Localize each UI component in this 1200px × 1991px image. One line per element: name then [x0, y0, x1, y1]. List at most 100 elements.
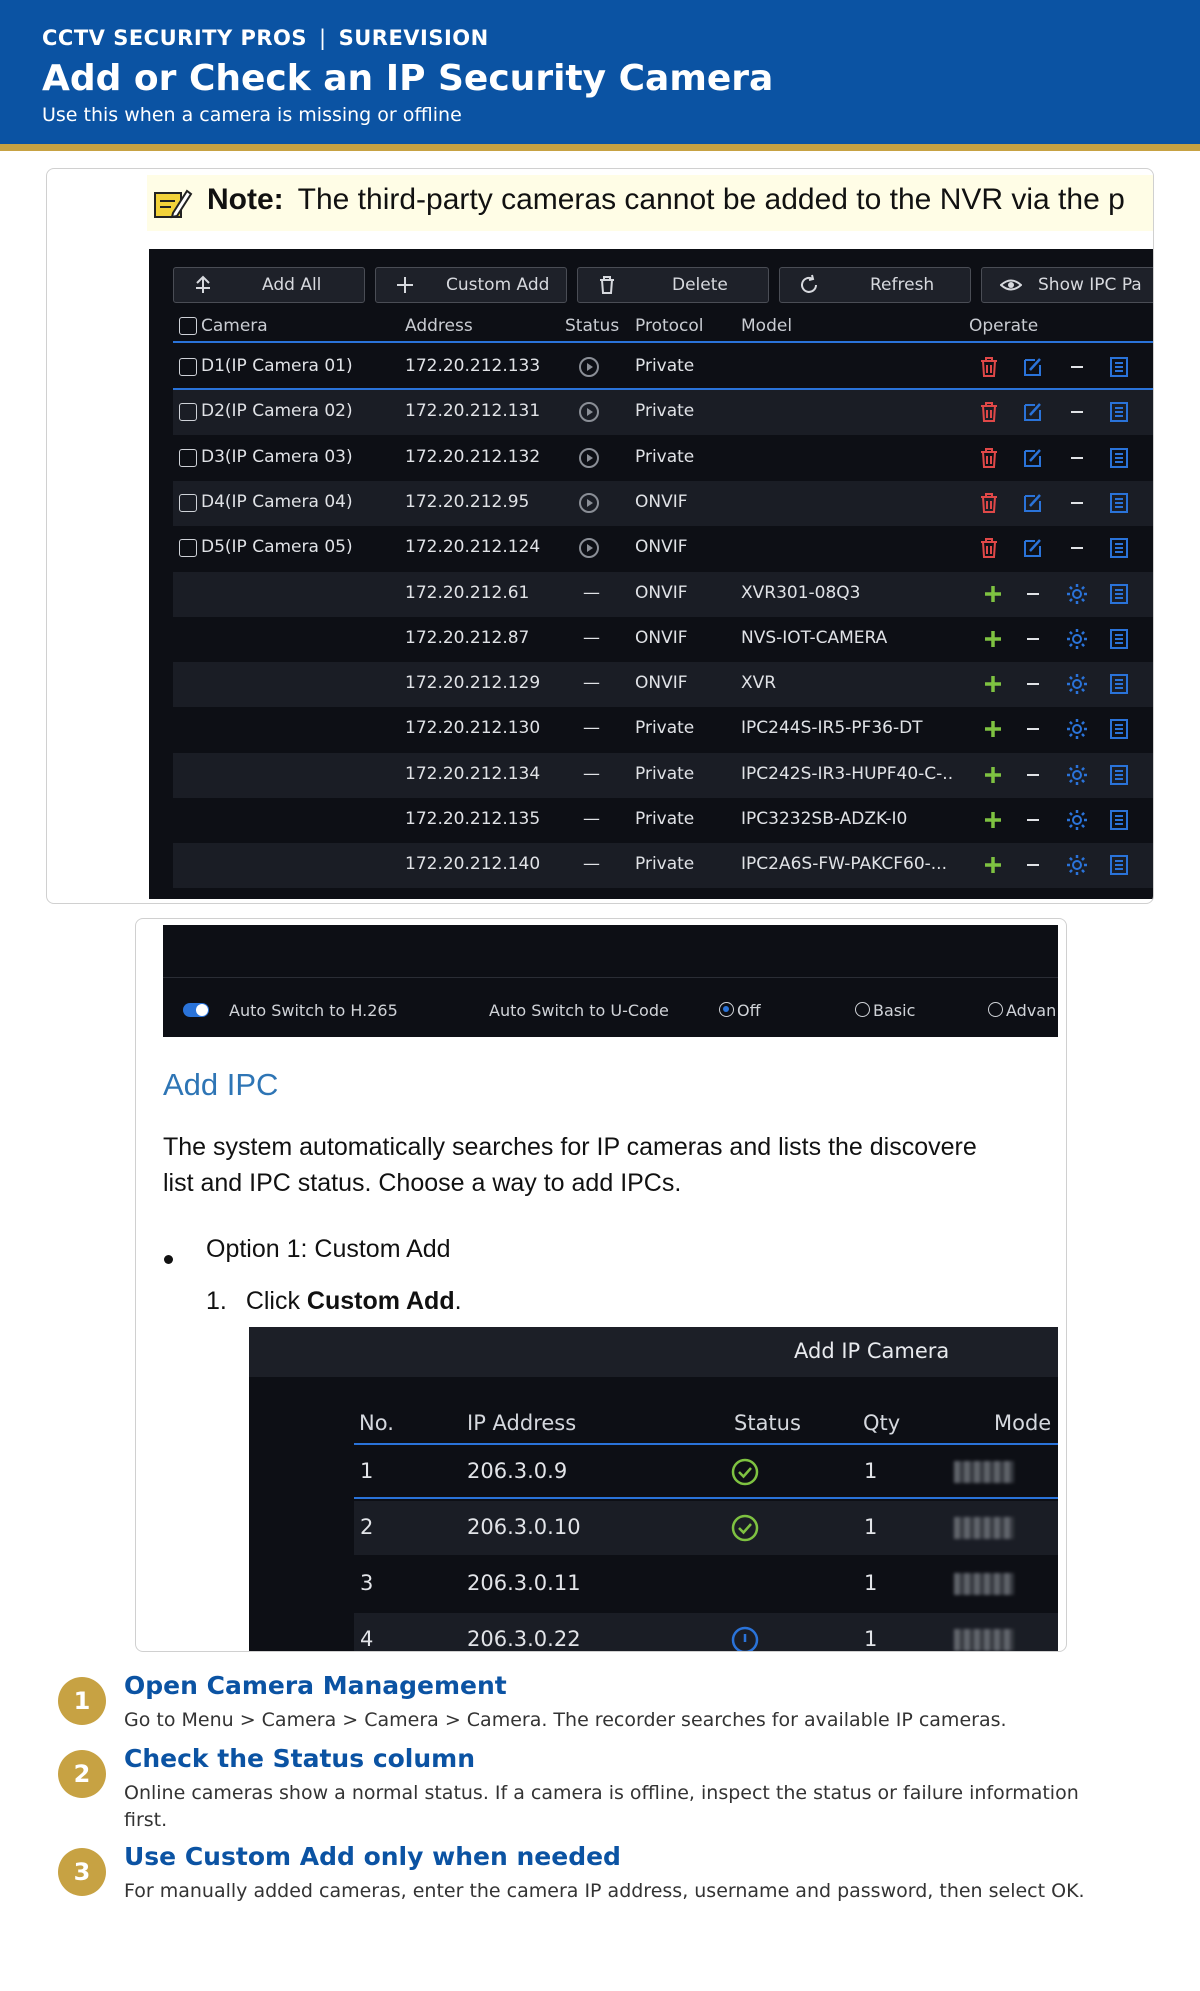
edit-icon[interactable] — [1021, 355, 1045, 379]
brand-name: CCTV SECURITY PROS — [42, 26, 308, 50]
camera-name: D3(IP Camera 03) — [201, 446, 353, 467]
option-1-bullet: Option 1: Custom Add — [206, 1235, 451, 1263]
details-list-icon[interactable] — [1107, 491, 1131, 515]
details-list-icon[interactable] — [1107, 582, 1131, 606]
edit-icon[interactable] — [1021, 446, 1045, 470]
add-plus-icon[interactable] — [981, 853, 1005, 877]
row-ip: 206.3.0.10 — [467, 1515, 581, 1539]
settings-gear-icon[interactable] — [1065, 627, 1089, 651]
col-status: Status — [565, 316, 620, 336]
h265-toggle[interactable] — [183, 1003, 209, 1017]
delete-icon[interactable] — [977, 536, 1001, 560]
add-plus-icon[interactable] — [981, 808, 1005, 832]
details-list-icon[interactable] — [1107, 536, 1131, 560]
row-checkbox[interactable] — [179, 448, 197, 467]
col-protocol: Protocol — [635, 316, 704, 336]
settings-gear-icon[interactable] — [1065, 763, 1089, 787]
settings-gear-icon[interactable] — [1065, 808, 1089, 832]
delete-icon[interactable] — [977, 400, 1001, 424]
note-text: Note: The third-party cameras cannot be a… — [207, 183, 1125, 217]
add-ip-camera-dialog: Add IP Camera No. IP Address Status Qty … — [249, 1327, 1058, 1651]
step-2-title: Check the Status column — [124, 1744, 476, 1773]
camera-row[interactable]: 172.20.212.129 — ONVIF XVR — [173, 662, 1153, 708]
add-plus-icon[interactable] — [981, 627, 1005, 651]
add-plus-icon[interactable] — [981, 672, 1005, 696]
details-list-icon[interactable] — [1107, 672, 1131, 696]
add-plus-icon[interactable] — [981, 717, 1005, 741]
details-list-icon[interactable] — [1107, 763, 1131, 787]
step-2-number: 2 — [58, 1750, 106, 1798]
camera-row[interactable]: D4(IP Camera 04) 172.20.212.95 ONVIF — [173, 480, 1153, 526]
add-all-button[interactable]: Add All — [173, 267, 365, 303]
blurred-model — [954, 1629, 1014, 1651]
details-list-icon[interactable] — [1107, 400, 1131, 424]
ucode-off-radio[interactable] — [719, 1002, 734, 1017]
edit-icon[interactable] — [1021, 491, 1045, 515]
details-list-icon[interactable] — [1107, 853, 1131, 877]
row-checkbox[interactable] — [179, 493, 197, 512]
delete-icon[interactable] — [977, 355, 1001, 379]
note-body: The third-party cameras cannot be added … — [297, 183, 1125, 216]
ip-camera-row[interactable]: 3 206.3.0.11 1 — [354, 1557, 1058, 1611]
refresh-button[interactable]: Refresh — [779, 267, 971, 303]
settings-gear-icon[interactable] — [1065, 582, 1089, 606]
ip-camera-row[interactable]: 2 206.3.0.10 1 — [354, 1501, 1058, 1555]
details-list-icon[interactable] — [1107, 446, 1131, 470]
ip-camera-row[interactable]: 4 206.3.0.22 1 — [354, 1613, 1058, 1651]
delete-icon[interactable] — [977, 446, 1001, 470]
camera-row[interactable]: 172.20.212.130 — Private IPC244S-IR5-PF36-D… — [173, 707, 1153, 752]
step-2-description: Online cameras show a normal status. If … — [124, 1782, 1079, 1831]
settings-gear-icon[interactable] — [1065, 672, 1089, 696]
row-checkbox[interactable] — [179, 403, 197, 422]
edit-icon[interactable] — [1021, 400, 1045, 424]
delete-icon[interactable] — [977, 491, 1001, 515]
camera-address: 172.20.212.134 — [405, 763, 541, 784]
edit-icon[interactable] — [1021, 536, 1045, 560]
play-status-icon — [579, 492, 599, 513]
col-status: Status — [734, 1411, 801, 1435]
settings-gear-icon[interactable] — [1065, 717, 1089, 741]
page-title: Add or Check an IP Security Camera — [42, 58, 774, 99]
row-checkbox[interactable] — [179, 539, 197, 558]
row-qty: 1 — [864, 1627, 878, 1651]
details-list-icon[interactable] — [1107, 355, 1131, 379]
row-ip: 206.3.0.9 — [467, 1459, 568, 1483]
camera-row[interactable]: D1(IP Camera 01) 172.20.212.133 Private — [173, 345, 1153, 390]
add-plus-icon[interactable] — [981, 763, 1005, 787]
camera-row[interactable]: D3(IP Camera 03) 172.20.212.132 Private — [173, 436, 1153, 481]
camera-model: IPC3232SB-ADZK-I0 — [741, 809, 908, 829]
camera-address: 172.20.212.61 — [405, 582, 530, 603]
details-list-icon[interactable] — [1107, 717, 1131, 741]
camera-row[interactable]: 172.20.212.135 — Private IPC3232SB-ADZK-I0 — [173, 798, 1153, 843]
camera-row[interactable]: 172.20.212.140 — Private IPC2A6S-FW-PAKCF60… — [173, 843, 1153, 889]
camera-row[interactable]: 172.20.212.61 — ONVIF XVR301-08Q3 — [173, 571, 1153, 617]
camera-row[interactable]: 172.20.212.87 — ONVIF NVS-IOT-CAMERA — [173, 617, 1153, 662]
col-camera: Camera — [201, 316, 268, 336]
step-click-text: Click — [245, 1287, 307, 1315]
show-ipc-password-button[interactable]: Show IPC Pa — [981, 267, 1153, 303]
camera-row[interactable]: D2(IP Camera 02) 172.20.212.131 Private — [173, 390, 1153, 436]
custom-add-button[interactable]: Custom Add — [375, 267, 567, 303]
select-all-checkbox[interactable] — [179, 317, 197, 335]
play-status-icon — [579, 538, 599, 559]
ucode-advanced-radio[interactable] — [988, 1002, 1003, 1017]
add-plus-icon[interactable] — [981, 582, 1005, 606]
eye-icon — [1000, 279, 1022, 291]
online-check-icon — [731, 1514, 759, 1542]
row-checkbox[interactable] — [179, 358, 197, 376]
camera-protocol: Private — [635, 809, 695, 829]
delete-button[interactable]: Delete — [577, 267, 769, 303]
camera-address: 172.20.212.131 — [405, 401, 541, 422]
camera-protocol: Private — [635, 356, 695, 376]
camera-protocol: Private — [635, 854, 695, 875]
camera-status: — — [583, 809, 600, 829]
ip-camera-row[interactable]: 1 206.3.0.9 1 — [354, 1445, 1058, 1499]
details-list-icon[interactable] — [1107, 808, 1131, 832]
settings-gear-icon[interactable] — [1065, 853, 1089, 877]
camera-row[interactable]: D5(IP Camera 05) 172.20.212.124 ONVIF — [173, 526, 1153, 571]
camera-row[interactable]: 172.20.212.134 — Private IPC242S-IR3-HUPF40… — [173, 752, 1153, 798]
note-pencil-icon — [154, 189, 193, 219]
step-3-title: Use Custom Add only when needed — [124, 1842, 621, 1871]
ucode-basic-radio[interactable] — [855, 1002, 870, 1017]
details-list-icon[interactable] — [1107, 627, 1131, 651]
